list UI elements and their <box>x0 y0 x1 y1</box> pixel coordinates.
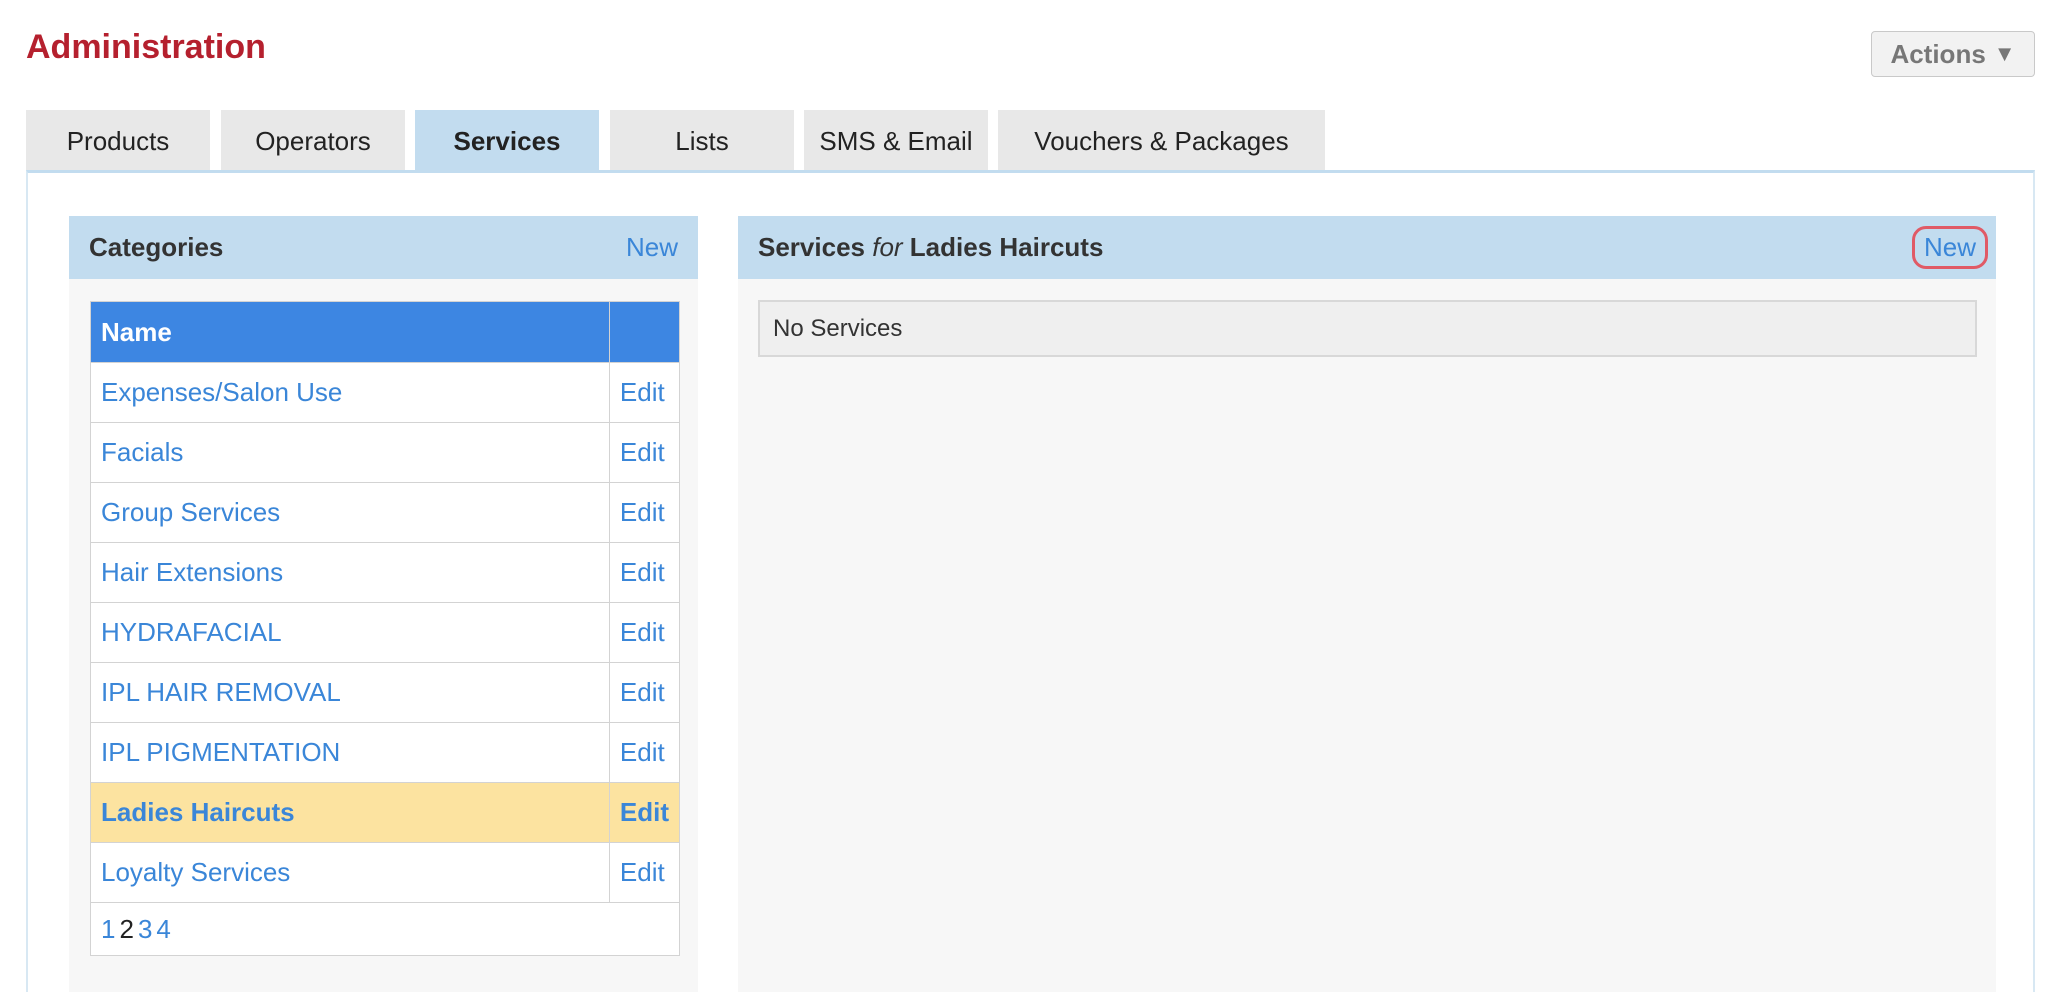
new-category-link[interactable]: New <box>626 232 678 263</box>
category-link[interactable]: Facials <box>90 422 610 483</box>
edit-link[interactable]: Edit <box>608 602 681 663</box>
categories-title: Categories <box>89 232 224 262</box>
category-link[interactable]: Ladies Haircuts <box>90 782 610 843</box>
page-current-2: 2 <box>119 913 134 944</box>
table-row-selected: Ladies Haircuts Edit <box>90 782 681 843</box>
services-title: Services for Ladies Haircuts <box>758 232 1103 263</box>
tab-content-panel: Categories New Name Expenses/Salon Use E… <box>26 170 2035 992</box>
table-header-row: Name <box>90 301 681 363</box>
services-title-category: Ladies Haircuts <box>909 232 1104 262</box>
actions-button[interactable]: Actions ▼ <box>1871 31 2035 77</box>
edit-link[interactable]: Edit <box>608 722 681 783</box>
table-row: Group Services Edit <box>90 482 681 543</box>
page-title: Administration <box>26 28 266 66</box>
page-link-4[interactable]: 4 <box>156 914 170 944</box>
category-link[interactable]: Group Services <box>90 482 610 543</box>
column-header-name: Name <box>90 301 610 363</box>
table-row: Loyalty Services Edit <box>90 842 681 903</box>
caret-down-icon: ▼ <box>1993 41 2016 66</box>
edit-link[interactable]: Edit <box>608 662 681 723</box>
tab-products[interactable]: Products <box>26 110 210 172</box>
pagination-row: 1234 <box>90 902 680 956</box>
edit-link[interactable]: Edit <box>608 782 681 843</box>
category-link[interactable]: Hair Extensions <box>90 542 610 603</box>
categories-header: Categories New <box>69 216 698 279</box>
table-row: IPL HAIR REMOVAL Edit <box>90 662 681 723</box>
category-link[interactable]: IPL PIGMENTATION <box>90 722 610 783</box>
category-link[interactable]: HYDRAFACIAL <box>90 602 610 663</box>
new-service-link[interactable]: New <box>1911 226 1988 269</box>
table-row: IPL PIGMENTATION Edit <box>90 722 681 783</box>
categories-box: Categories New Name Expenses/Salon Use E… <box>69 216 698 992</box>
empty-services-message: No Services <box>758 300 1977 357</box>
services-box: Services for Ladies Haircuts New No Serv… <box>738 216 1996 992</box>
page-link-1[interactable]: 1 <box>101 914 115 944</box>
table-row: Expenses/Salon Use Edit <box>90 362 681 423</box>
services-title-for: for <box>872 232 903 262</box>
tab-sms-email[interactable]: SMS & Email <box>804 110 988 172</box>
table-row: HYDRAFACIAL Edit <box>90 602 681 663</box>
edit-link[interactable]: Edit <box>608 542 681 603</box>
pagination: 1234 <box>90 902 680 956</box>
category-link[interactable]: Expenses/Salon Use <box>90 362 610 423</box>
edit-link[interactable]: Edit <box>608 422 681 483</box>
tab-vouchers-packages[interactable]: Vouchers & Packages <box>998 110 1325 172</box>
table-row: Facials Edit <box>90 422 681 483</box>
actions-label: Actions <box>1890 38 1986 69</box>
edit-link[interactable]: Edit <box>608 842 681 903</box>
tab-lists[interactable]: Lists <box>610 110 794 172</box>
tab-services[interactable]: Services <box>415 110 599 172</box>
services-title-prefix: Services <box>758 232 865 262</box>
edit-link[interactable]: Edit <box>608 482 681 543</box>
tab-operators[interactable]: Operators <box>221 110 405 172</box>
page-link-3[interactable]: 3 <box>138 914 152 944</box>
edit-link[interactable]: Edit <box>608 362 681 423</box>
column-header-actions <box>608 301 681 363</box>
services-header: Services for Ladies Haircuts New <box>738 216 1996 279</box>
category-link[interactable]: Loyalty Services <box>90 842 610 903</box>
category-link[interactable]: IPL HAIR REMOVAL <box>90 662 610 723</box>
categories-table: Name Expenses/Salon Use Edit Facials Edi… <box>90 301 681 956</box>
table-row: Hair Extensions Edit <box>90 542 681 603</box>
